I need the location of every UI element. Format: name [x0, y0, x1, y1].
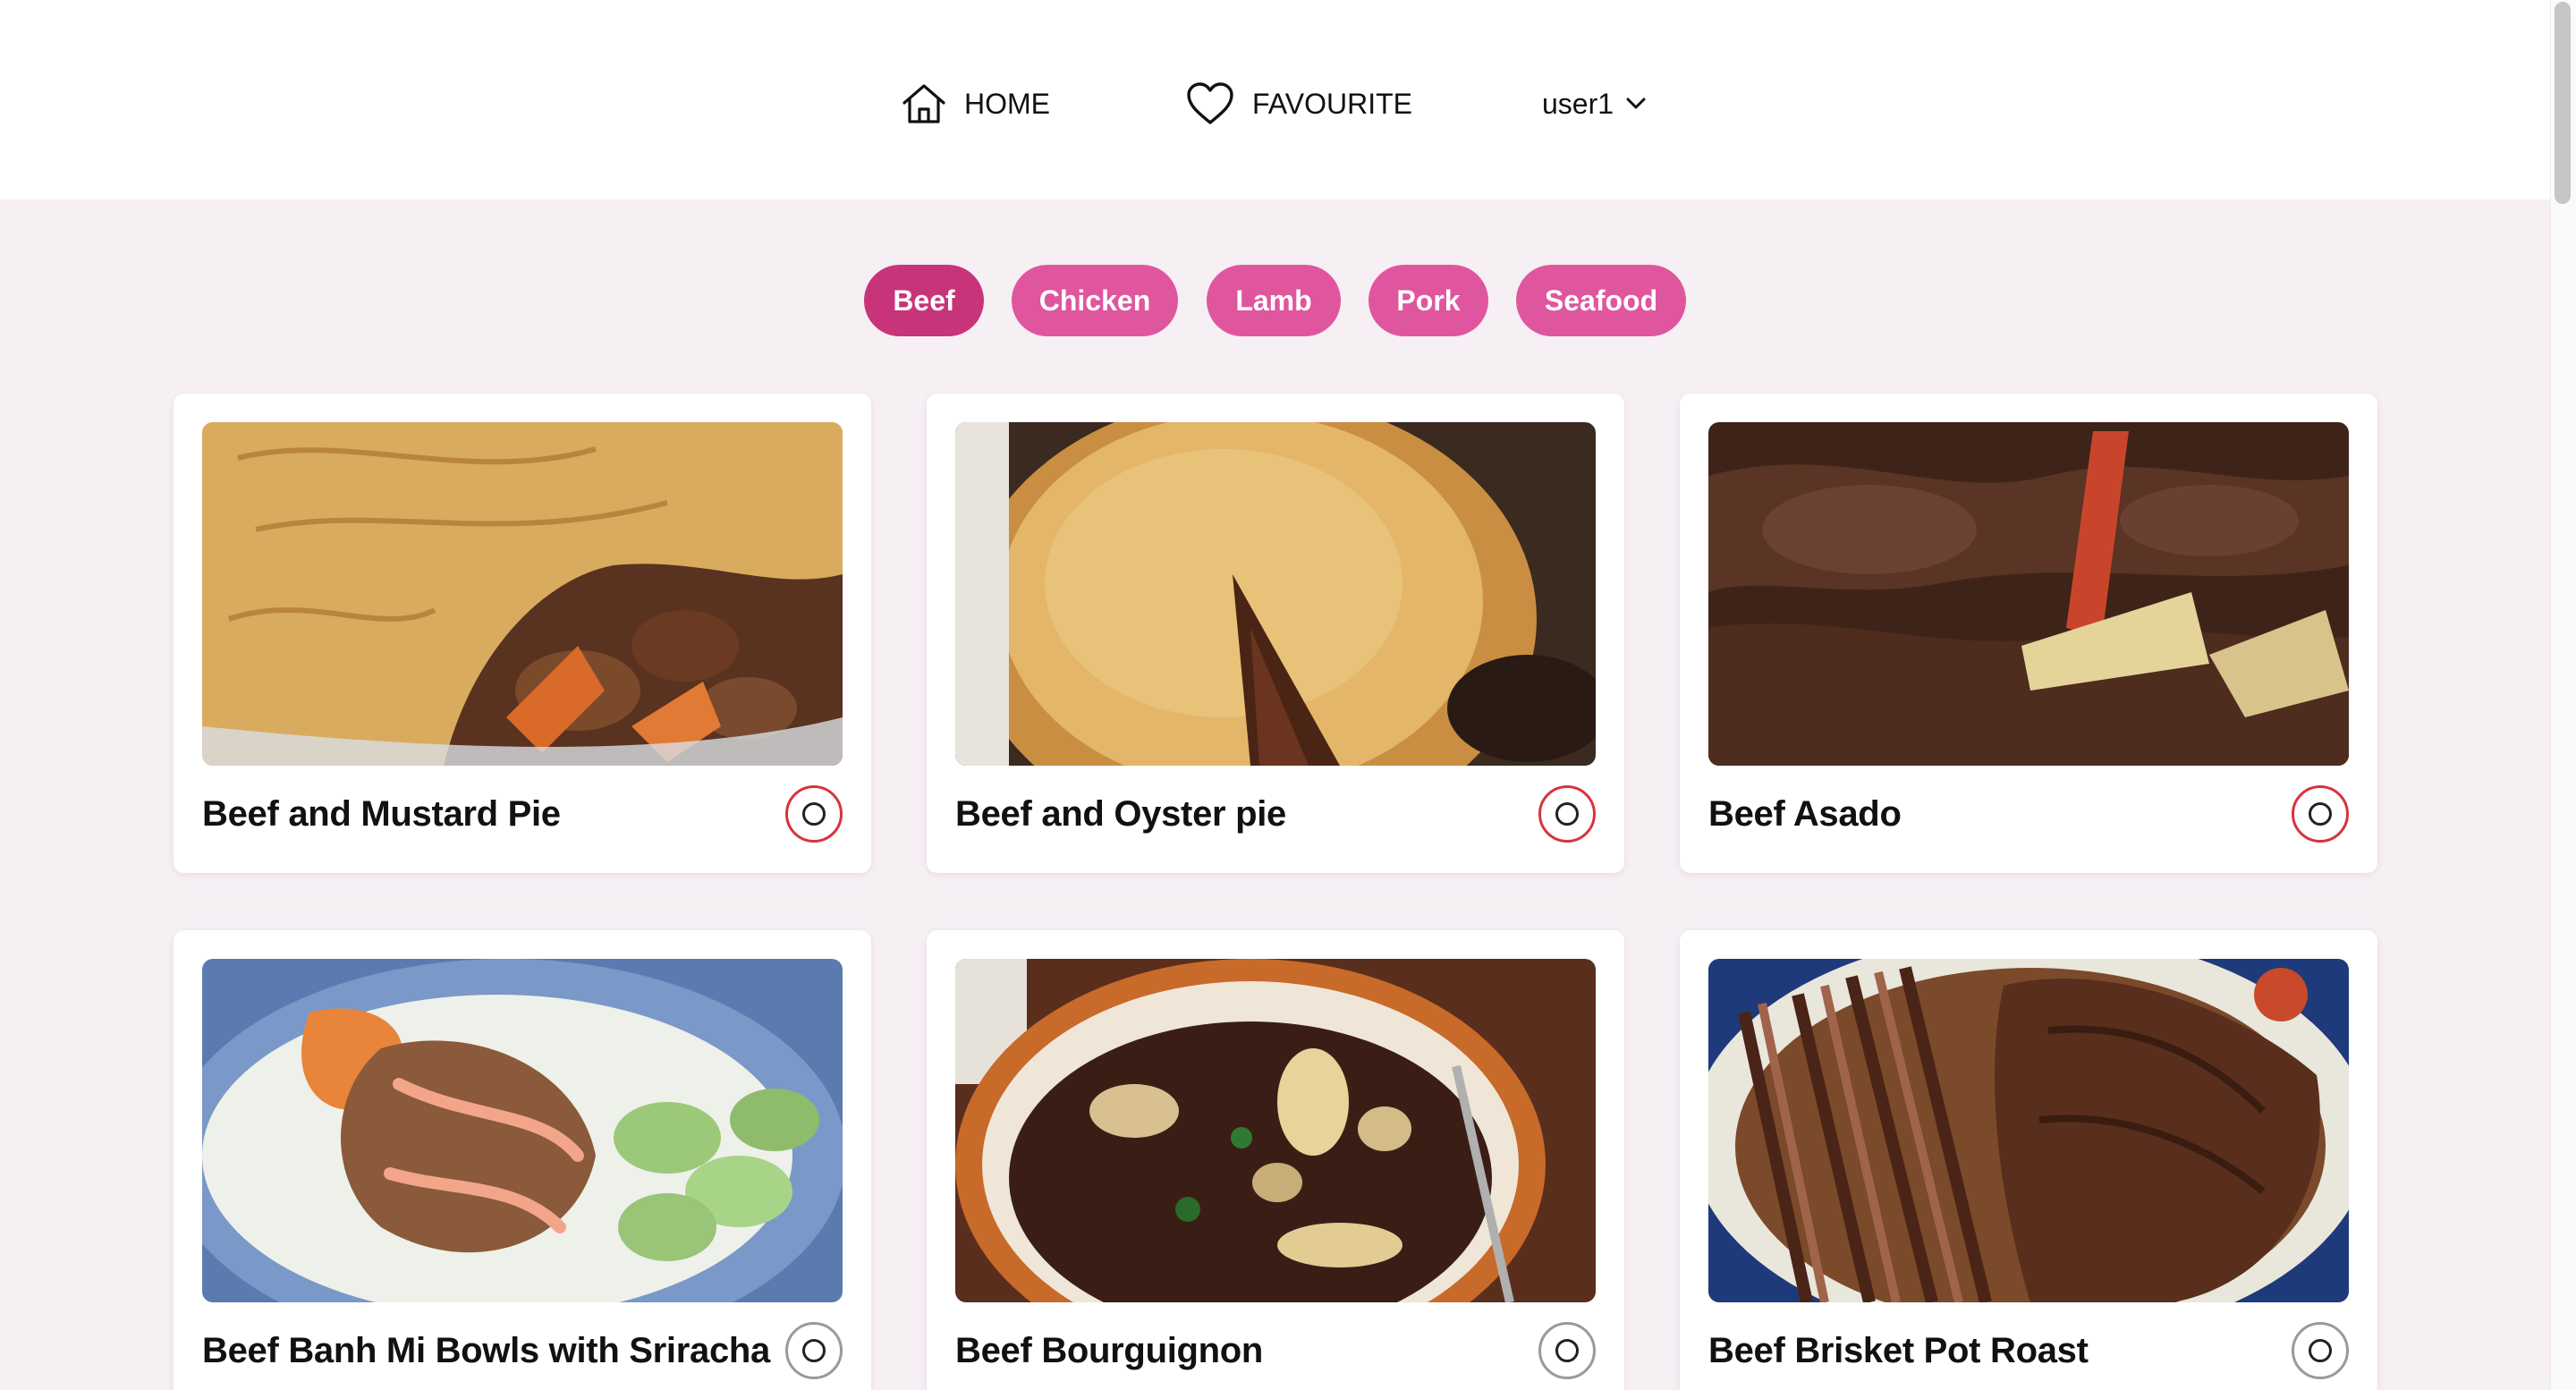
recipe-image	[1708, 422, 2349, 766]
scrollbar-thumb[interactable]	[2555, 2, 2571, 204]
category-chip-chicken[interactable]: Chicken	[1012, 265, 1178, 336]
recipe-image	[955, 959, 1596, 1302]
circle-icon	[802, 1339, 826, 1362]
circle-icon	[802, 802, 826, 826]
recipe-card[interactable]: Beef Banh Mi Bowls with Sriracha	[174, 930, 871, 1390]
recipe-title: Beef Bourguignon	[955, 1331, 1264, 1370]
recipe-title: Beef Brisket Pot Roast	[1708, 1331, 2089, 1370]
category-filter: Beef Chicken Lamb Pork Seafood	[0, 265, 2550, 336]
nav-favourite-label: FAVOURITE	[1252, 87, 1412, 120]
category-chip-beef[interactable]: Beef	[864, 265, 984, 336]
nav-home[interactable]: HOME	[902, 77, 1050, 131]
circle-icon	[2309, 1339, 2332, 1362]
favourite-toggle-button[interactable]	[1538, 1322, 1596, 1379]
category-chip-lamb[interactable]: Lamb	[1207, 265, 1341, 336]
recipe-title: Beef and Mustard Pie	[202, 794, 561, 834]
recipe-title: Beef Asado	[1708, 794, 1902, 834]
user-menu[interactable]: user1	[1542, 77, 1646, 131]
circle-icon	[1555, 1339, 1579, 1362]
recipe-title: Beef and Oyster pie	[955, 794, 1286, 834]
category-chip-pork[interactable]: Pork	[1368, 265, 1488, 336]
recipe-image	[955, 422, 1596, 766]
recipe-image	[1708, 959, 2349, 1302]
home-icon	[902, 84, 945, 123]
favourite-toggle-button[interactable]	[2292, 1322, 2349, 1379]
nav-home-label: HOME	[964, 87, 1050, 120]
recipe-card[interactable]: Beef and Oyster pie	[927, 394, 1624, 873]
category-chip-seafood[interactable]: Seafood	[1516, 265, 1686, 336]
recipe-card[interactable]: Beef Bourguignon	[927, 930, 1624, 1390]
top-navigation-bar: HOME FAVOURITE user1	[0, 0, 2550, 199]
recipe-image	[202, 422, 843, 766]
recipe-card[interactable]: Beef Brisket Pot Roast	[1680, 930, 2377, 1390]
circle-icon	[2309, 802, 2332, 826]
favourite-toggle-button[interactable]	[785, 785, 843, 843]
heart-icon	[1187, 82, 1233, 124]
nav-favourite[interactable]: FAVOURITE	[1186, 77, 1412, 131]
favourite-toggle-button[interactable]	[2292, 785, 2349, 843]
favourite-toggle-button[interactable]	[1538, 785, 1596, 843]
scrollbar-track[interactable]	[2550, 0, 2576, 1390]
recipe-card[interactable]: Beef and Mustard Pie	[174, 394, 871, 873]
recipe-image	[202, 959, 843, 1302]
favourite-toggle-button[interactable]	[785, 1322, 843, 1379]
recipe-title: Beef Banh Mi Bowls with Sriracha	[202, 1331, 770, 1370]
circle-icon	[1555, 802, 1579, 826]
user-name: user1	[1542, 87, 1614, 120]
chevron-down-icon	[1626, 97, 1646, 109]
recipe-card[interactable]: Beef Asado	[1680, 394, 2377, 873]
